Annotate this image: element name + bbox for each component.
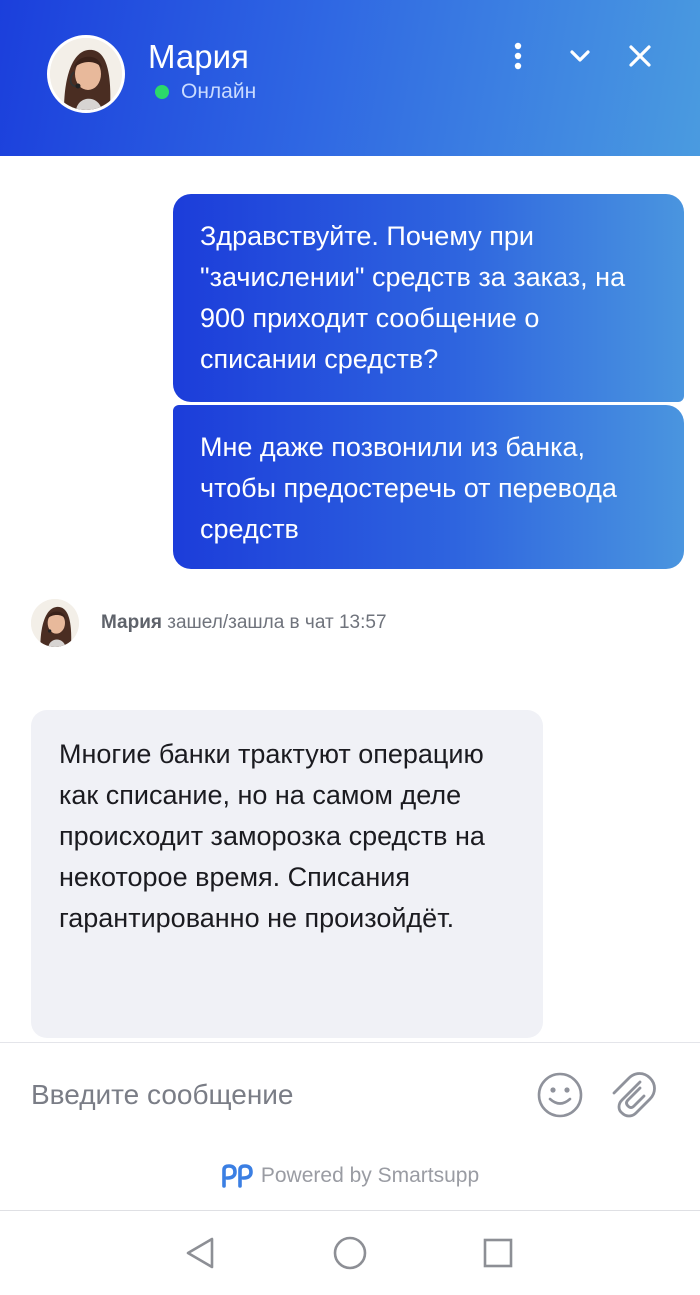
online-indicator-icon: [155, 85, 169, 99]
attach-file-button[interactable]: [606, 1066, 656, 1122]
home-circle-icon: [333, 1236, 367, 1270]
nav-home-button[interactable]: [330, 1233, 370, 1273]
smartsupp-logo-icon: [222, 1164, 253, 1188]
back-triangle-icon: [186, 1237, 214, 1269]
android-navigation-bar: [0, 1210, 700, 1295]
nav-recent-apps-button[interactable]: [478, 1233, 518, 1273]
emoji-icon: [537, 1072, 583, 1118]
more-vertical-icon: [514, 42, 522, 70]
agent-joined-event: Мария зашел/зашла в чат 13:57: [31, 599, 387, 647]
close-button[interactable]: [620, 36, 660, 76]
join-event-label: зашел/зашла в чат 13:57: [167, 612, 387, 633]
join-event-text: Мария зашел/зашла в чат 13:57: [101, 612, 387, 634]
emoji-button[interactable]: [535, 1070, 585, 1120]
message-input[interactable]: [31, 1073, 511, 1117]
outgoing-message: Мне даже позвонили из банка, чтобы предо…: [173, 405, 684, 569]
recent-apps-square-icon: [483, 1238, 513, 1268]
close-icon: [629, 45, 651, 67]
agent-avatar: [47, 35, 125, 113]
paperclip-icon: [612, 1072, 656, 1118]
agent-status: Онлайн: [155, 80, 256, 104]
outgoing-message: Здравствуйте. Почему при "зачислении" ср…: [173, 194, 684, 402]
status-label: Онлайн: [181, 80, 257, 103]
incoming-message: Многие банки трактуют операцию как списа…: [31, 710, 543, 1038]
join-event-agent-name: Мария: [101, 612, 162, 633]
message-list: Здравствуйте. Почему при "зачислении" ср…: [0, 156, 700, 1042]
more-options-button[interactable]: [498, 36, 538, 76]
nav-back-button[interactable]: [180, 1233, 220, 1273]
message-composer: Powered by Smartsupp: [0, 1042, 700, 1210]
chat-header: Мария Онлайн: [0, 0, 700, 156]
minimize-button[interactable]: [560, 36, 600, 76]
agent-name: Мария: [148, 38, 249, 75]
powered-by-label: Powered by Smartsupp: [260, 1164, 480, 1187]
agent-avatar-small: [31, 599, 79, 647]
powered-by[interactable]: Powered by Smartsupp: [0, 1164, 700, 1188]
chevron-down-icon: [570, 50, 590, 62]
